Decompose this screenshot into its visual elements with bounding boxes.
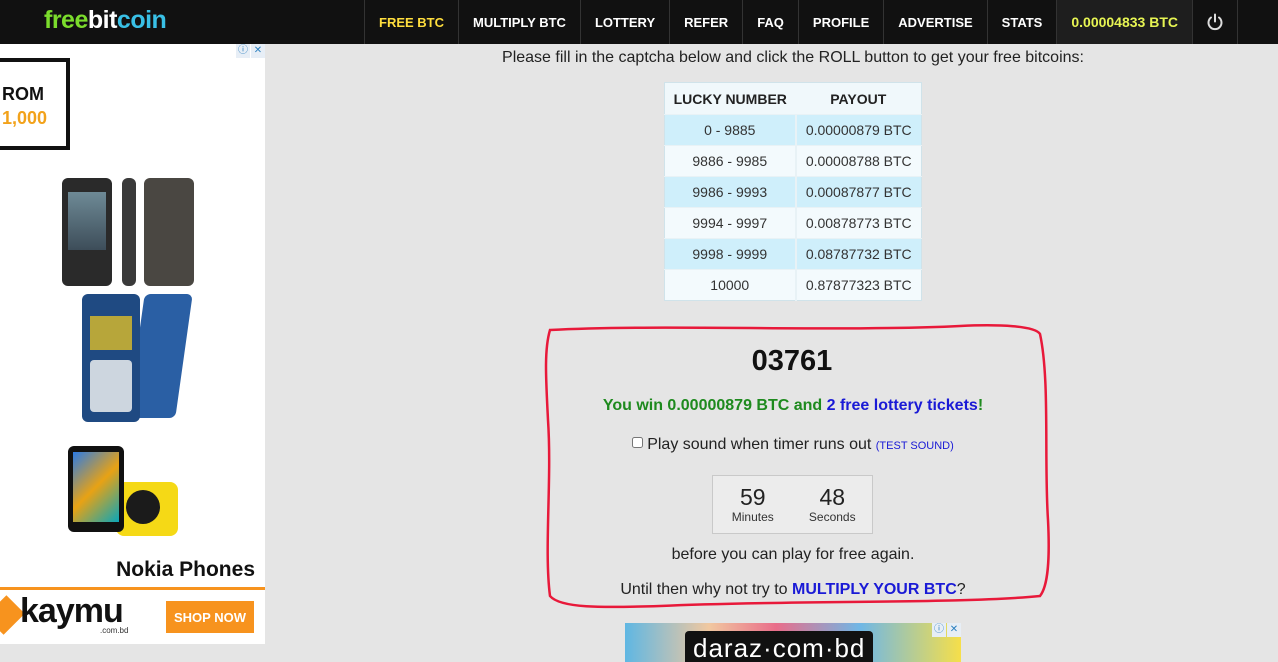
power-icon	[1207, 13, 1223, 31]
table-row: 0 - 9885 0.00000879 BTC	[664, 114, 922, 146]
ad-info-icon[interactable]: ⓘ	[932, 623, 946, 637]
table-row: 9994 - 9997 0.00878773 BTC	[664, 207, 922, 239]
nav-stats[interactable]: STATS	[986, 0, 1057, 44]
payout-value: 0.00008788 BTC	[795, 145, 922, 177]
ad-divider	[0, 587, 265, 590]
play-sound-checkbox[interactable]	[632, 437, 644, 448]
multiply-suggestion-prefix: Until then why not try to	[620, 581, 792, 598]
nav-profile[interactable]: PROFILE	[797, 0, 883, 44]
lottery-tickets-text: 2 free lottery tickets	[826, 397, 978, 414]
nav-faq[interactable]: FAQ	[742, 0, 798, 44]
header-lucky-number: LUCKY NUMBER	[664, 82, 796, 115]
win-message: You win 0.00000879 BTC and 2 free lotter…	[500, 397, 1086, 415]
lucky-range: 10000	[664, 269, 797, 301]
lucky-range: 9886 - 9985	[664, 145, 797, 177]
multiply-btc-link[interactable]: MULTIPLY YOUR BTC	[792, 581, 957, 598]
payout-value: 0.00000879 BTC	[795, 114, 922, 146]
wait-message: before you can play for free again.	[671, 546, 915, 563]
play-sound-label: Play sound when timer runs out	[647, 436, 872, 453]
timer-minutes: 59 Minutes	[723, 484, 783, 533]
kaymu-domain: .com.bd	[100, 626, 129, 635]
ad-promo-box: ROM 1,000	[0, 58, 70, 150]
ad-promo-line2: 1,000	[2, 108, 48, 128]
ad-close-icon[interactable]: ✕	[947, 623, 961, 637]
logo-part-free: free	[44, 6, 88, 34]
table-row: 9886 - 9985 0.00008788 BTC	[664, 145, 922, 177]
countdown-timer: 59 Minutes 48 Seconds	[712, 475, 873, 534]
phone-image-lumia	[68, 446, 124, 532]
table-header-row: LUCKY NUMBER PAYOUT	[664, 82, 922, 115]
table-row: 9998 - 9999 0.08787732 BTC	[664, 238, 922, 270]
lucky-range: 9994 - 9997	[664, 207, 797, 239]
win-exclamation: !	[977, 397, 984, 414]
minutes-value: 59	[739, 484, 766, 510]
nav-refer[interactable]: REFER	[669, 0, 742, 44]
phone-image-yellow-back	[116, 482, 178, 536]
multiply-suggestion-suffix: ?	[956, 581, 966, 598]
table-row: 10000 0.87877323 BTC	[664, 269, 922, 301]
logo-part-coin: coin	[116, 6, 167, 34]
table-row: 9986 - 9993 0.00087877 BTC	[664, 176, 922, 208]
daraz-logo: daraz·com·bd	[685, 631, 874, 662]
nav-lottery[interactable]: LOTTERY	[579, 0, 669, 44]
site-logo[interactable]: freebitcoin	[44, 6, 167, 35]
nav-advertise[interactable]: ADVERTISE	[883, 0, 986, 44]
header-payout: PAYOUT	[795, 82, 922, 115]
sound-option: Play sound when timer runs out (TEST SOU…	[520, 436, 1066, 454]
ad-close-icon[interactable]: ✕	[251, 44, 265, 58]
lucky-range: 0 - 9885	[664, 114, 797, 146]
payout-value: 0.08787732 BTC	[795, 238, 922, 270]
minutes-label: Minutes	[731, 510, 774, 524]
payout-value: 0.00087877 BTC	[795, 176, 922, 208]
bottom-ad-banner[interactable]: daraz·com·bd ⓘ ✕	[625, 623, 961, 662]
logout-button[interactable]	[1192, 0, 1238, 44]
ad-choices[interactable]: ⓘ ✕	[236, 44, 265, 58]
nav-free-btc[interactable]: FREE BTC	[364, 0, 458, 44]
nav-multiply-btc[interactable]: MULTIPLY BTC	[458, 0, 580, 44]
top-navbar: freebitcoin FREE BTC MULTIPLY BTC LOTTER…	[0, 0, 1278, 44]
payout-table: LUCKY NUMBER PAYOUT 0 - 9885 0.00000879 …	[664, 82, 922, 301]
ad-choices-bottom[interactable]: ⓘ ✕	[932, 623, 961, 637]
payout-value: 0.00878773 BTC	[795, 207, 922, 239]
timer-seconds: 48 Seconds	[802, 484, 862, 533]
lucky-range: 9986 - 9993	[664, 176, 797, 208]
roll-result-number: 03761	[751, 345, 833, 377]
ad-promo-line1: ROM	[2, 84, 44, 104]
logo-part-bit: bit	[87, 6, 118, 34]
phone-image-black-touch	[62, 178, 112, 286]
payout-value: 0.87877323 BTC	[795, 269, 922, 301]
ad-info-icon[interactable]: ⓘ	[236, 44, 250, 58]
win-amount-text: You win 0.00000879 BTC and	[602, 397, 827, 414]
phone-image-back	[144, 178, 194, 286]
balance-display: 0.00004833 BTC	[1056, 0, 1192, 44]
ad-caption: Nokia Phones	[116, 558, 255, 581]
seconds-label: Seconds	[808, 510, 856, 524]
lucky-range: 9998 - 9999	[664, 238, 797, 270]
left-ad-banner[interactable]: ⓘ ✕ ROM 1,000 Nokia Phones kaymu .com.bd …	[0, 44, 265, 644]
seconds-value: 48	[819, 484, 846, 510]
phone-image-blue-keypad	[82, 294, 140, 422]
test-sound-link[interactable]: (TEST SOUND)	[876, 440, 954, 452]
shop-now-button[interactable]: SHOP NOW	[166, 601, 254, 633]
main-nav: FREE BTC MULTIPLY BTC LOTTERY REFER FAQ …	[364, 0, 1238, 44]
captcha-instruction: Please fill in the captcha below and cli…	[502, 49, 1084, 66]
multiply-suggestion: Until then why not try to MULTIPLY YOUR …	[500, 581, 1086, 599]
phone-image-side	[122, 178, 136, 286]
